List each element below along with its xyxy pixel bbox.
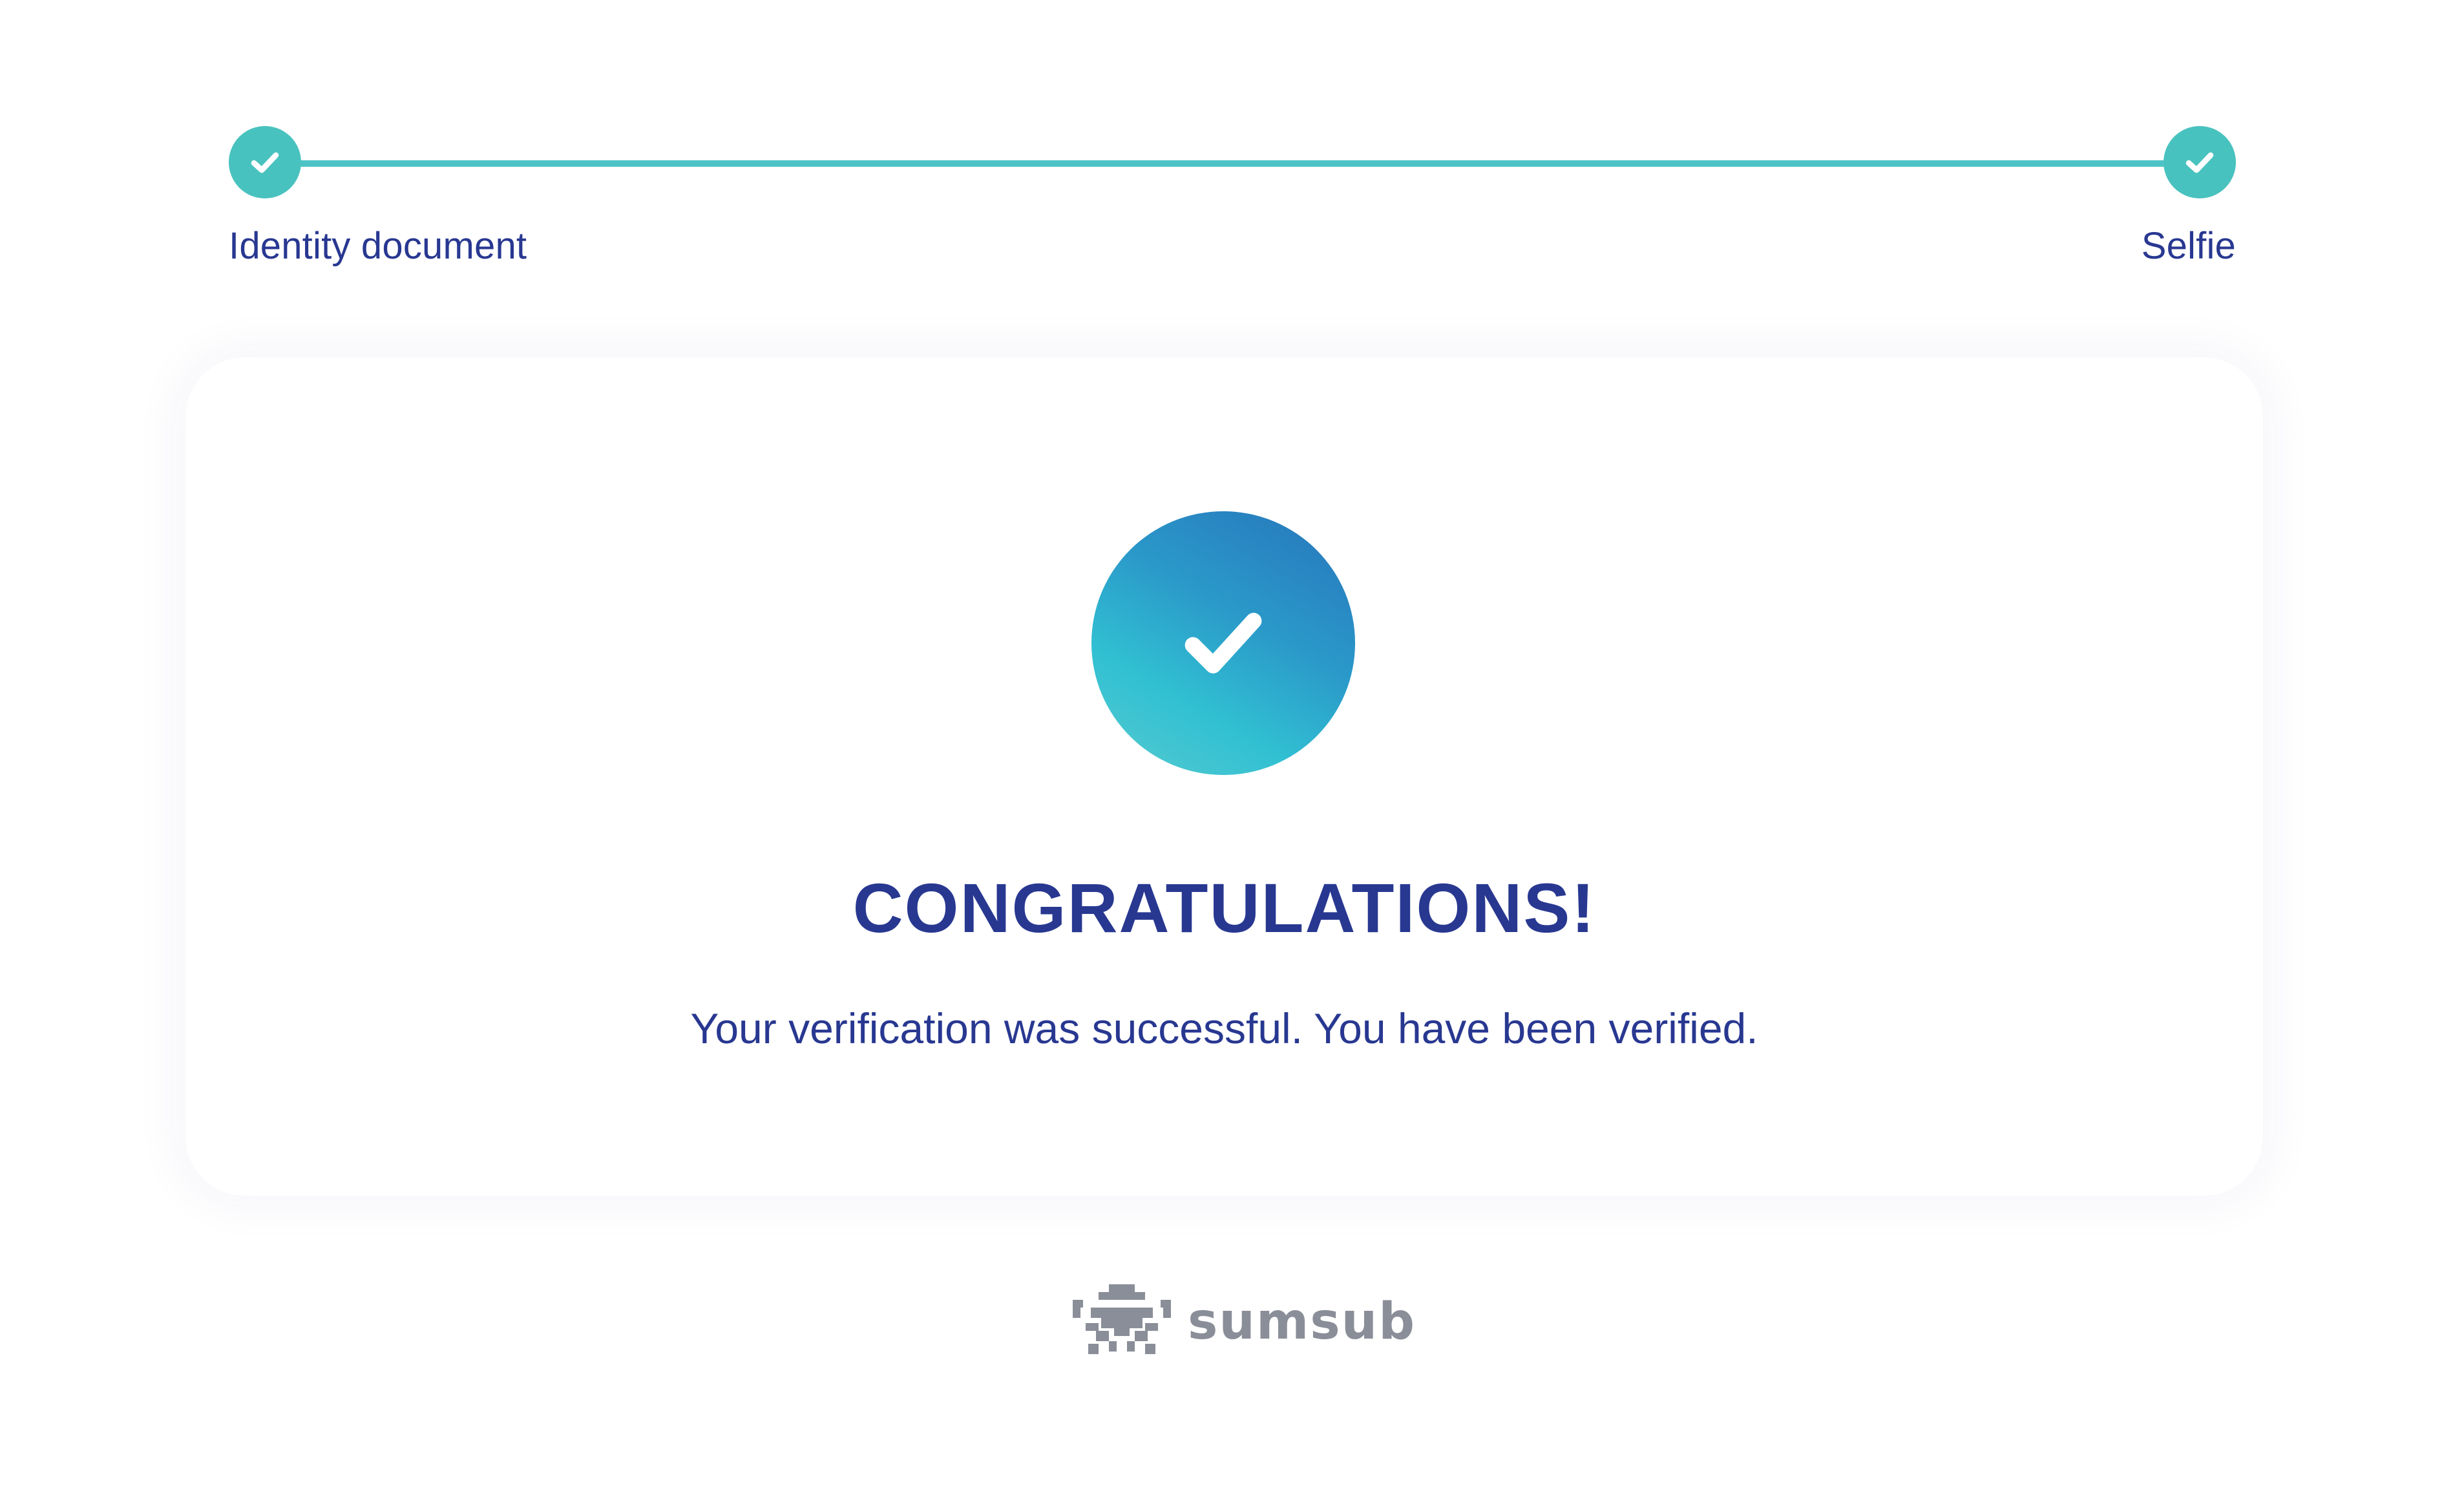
step-selfie-indicator [2164,126,2236,198]
check-circle-icon [1091,511,1355,775]
check-icon [2185,152,2214,173]
verification-result-card: CONGRATULATIONS! Your verification was s… [185,357,2263,1196]
sumsub-logo-icon [1073,1284,1171,1359]
check-icon [1185,613,1262,673]
stepper-progress-line [265,160,2200,167]
step-label-identity-document: Identity document [229,225,527,267]
brand-footer: sumsub [1073,1283,1416,1361]
step-label-selfie: Selfie [2141,225,2236,267]
result-message: Your verification was successful. You ha… [690,1004,1758,1052]
check-icon [251,152,279,173]
result-title: CONGRATULATIONS! [852,869,1596,947]
progress-stepper: Identity document Selfie [229,126,2236,275]
step-identity-document-indicator [229,126,301,198]
brand-name: sumsub [1188,1293,1416,1351]
verification-page: Identity document Selfie CONGRATULATIONS… [0,0,2464,1506]
